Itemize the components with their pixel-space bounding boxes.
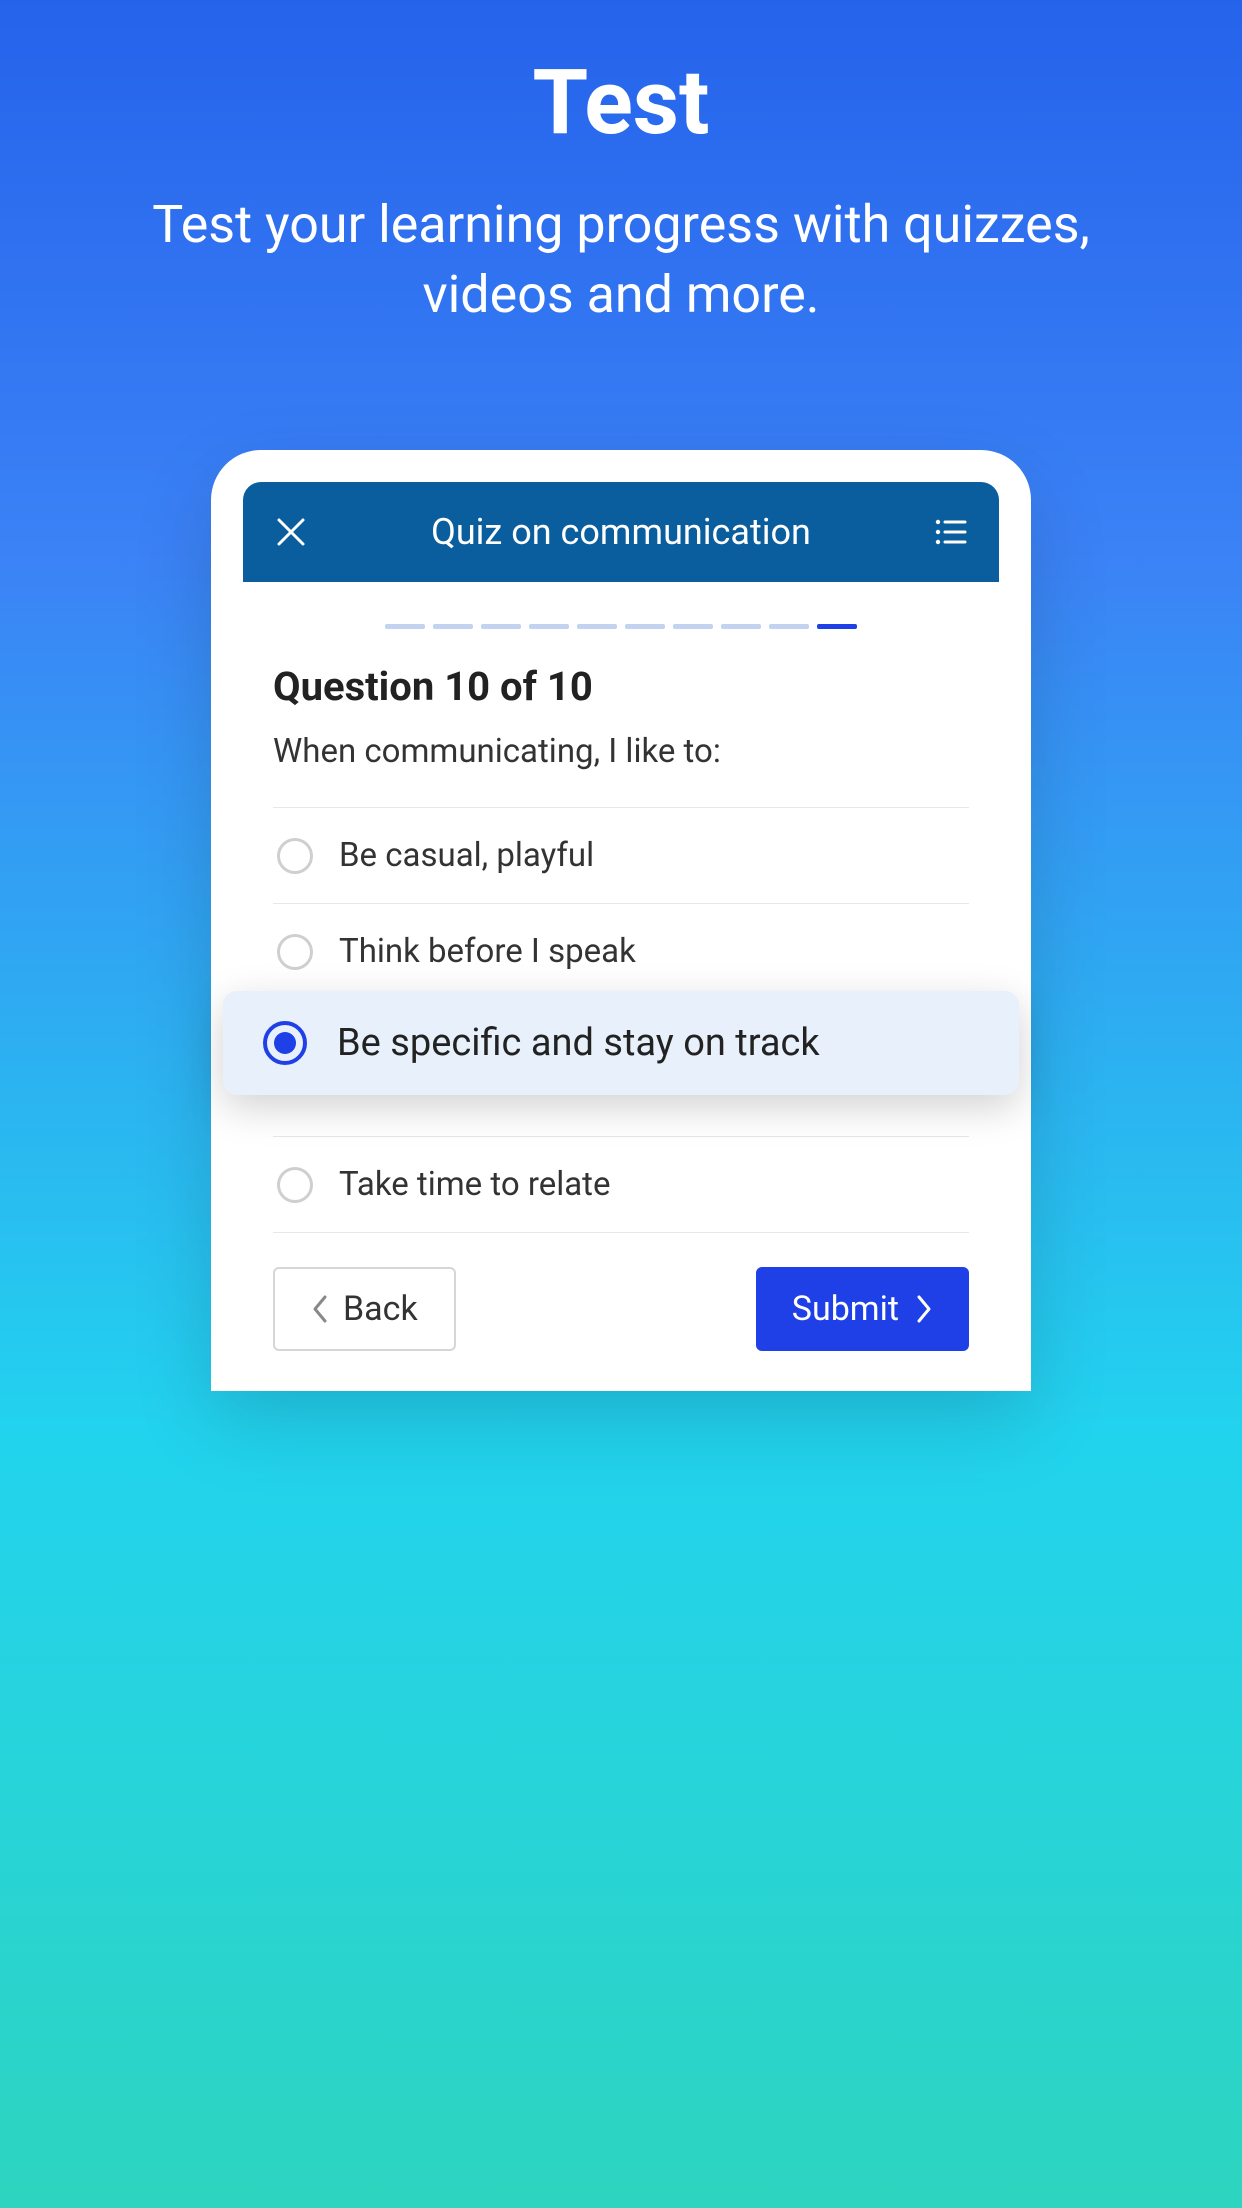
close-icon bbox=[276, 517, 306, 547]
hero-subtitle: Test your learning progress with quizzes… bbox=[131, 190, 1111, 330]
list-menu-button[interactable] bbox=[931, 512, 971, 552]
phone-mockup: Quiz on communication Question 10 of 10 … bbox=[211, 450, 1031, 1391]
progress-segment bbox=[529, 624, 569, 629]
progress-segment bbox=[769, 624, 809, 629]
quiz-content: Question 10 of 10 When communicating, I … bbox=[243, 663, 999, 1391]
progress-segment bbox=[481, 624, 521, 629]
hero-title: Test bbox=[532, 50, 709, 155]
back-button-label: Back bbox=[343, 1289, 418, 1329]
app-header: Quiz on communication bbox=[243, 482, 999, 582]
progress-segment bbox=[625, 624, 665, 629]
option-label: Be specific and stay on track bbox=[337, 1021, 820, 1065]
progress-segment bbox=[385, 624, 425, 629]
option-label: Take time to relate bbox=[339, 1165, 610, 1204]
question-text: When communicating, I like to: bbox=[273, 732, 969, 808]
quiz-footer: Back Submit bbox=[273, 1233, 969, 1351]
back-button[interactable]: Back bbox=[273, 1267, 456, 1351]
chevron-right-icon bbox=[915, 1294, 933, 1324]
close-button[interactable] bbox=[271, 512, 311, 552]
submit-button[interactable]: Submit bbox=[756, 1267, 969, 1351]
progress-segment bbox=[433, 624, 473, 629]
chevron-left-icon bbox=[311, 1294, 329, 1324]
option-label: Think before I speak bbox=[339, 932, 636, 971]
progress-segment bbox=[721, 624, 761, 629]
quiz-option[interactable]: Take time to relate bbox=[273, 1137, 969, 1233]
radio-icon bbox=[277, 1167, 313, 1203]
submit-button-label: Submit bbox=[792, 1289, 899, 1329]
radio-icon bbox=[277, 838, 313, 874]
quiz-option[interactable]: Be casual, playful bbox=[273, 808, 969, 904]
question-counter: Question 10 of 10 bbox=[273, 663, 969, 710]
list-icon bbox=[935, 518, 967, 546]
progress-segment-active bbox=[817, 624, 857, 629]
option-label: Be casual, playful bbox=[339, 836, 594, 875]
radio-icon-selected bbox=[263, 1021, 307, 1065]
progress-segment bbox=[673, 624, 713, 629]
radio-icon bbox=[277, 934, 313, 970]
progress-indicator bbox=[243, 582, 999, 663]
progress-segment bbox=[577, 624, 617, 629]
quiz-option-selected[interactable]: Be specific and stay on track bbox=[223, 991, 1019, 1095]
app-title: Quiz on communication bbox=[311, 511, 931, 553]
quiz-option[interactable]: Think before I speak bbox=[273, 904, 969, 999]
